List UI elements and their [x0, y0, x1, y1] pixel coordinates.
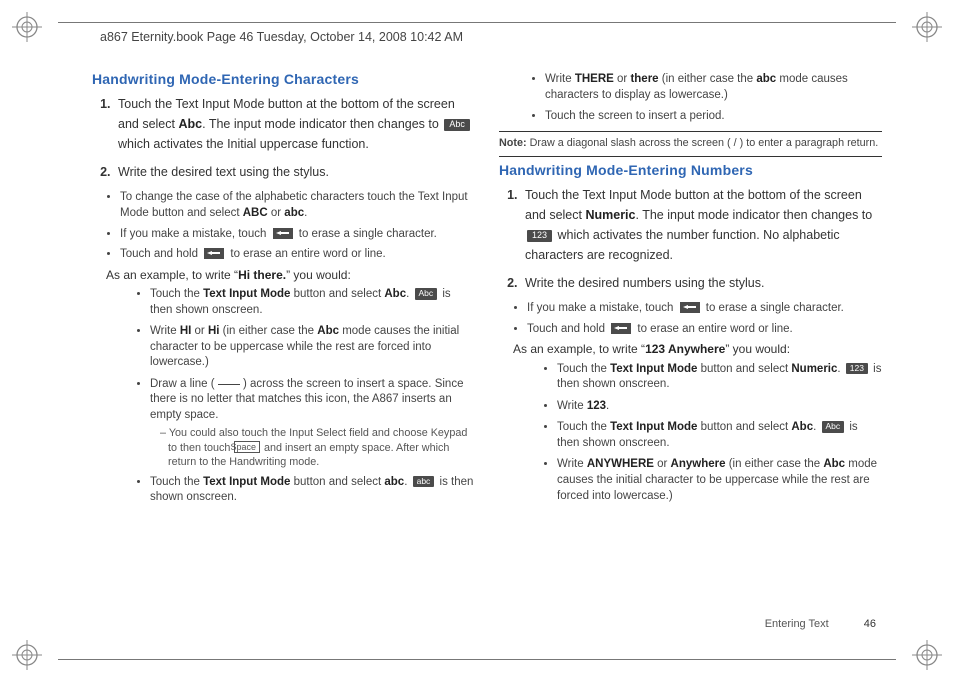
- list-item: Touch the Text Input Mode button and sel…: [557, 362, 882, 393]
- space-key-icon: Space: [234, 441, 260, 454]
- backspace-icon: [204, 248, 224, 259]
- ordered-steps: Touch the Text Input Mode button at the …: [521, 185, 882, 293]
- example-list: Touch the Text Input Mode button and sel…: [150, 287, 475, 505]
- list-item: Touch and hold to erase an entire word o…: [120, 247, 475, 263]
- mode-chip-abc-icon: Abc: [822, 421, 845, 432]
- page-number: 46: [844, 618, 876, 630]
- backspace-icon: [680, 302, 700, 313]
- bullet-list: To change the case of the alphabetic cha…: [120, 190, 475, 262]
- mode-chip-123-icon: 123: [527, 230, 552, 242]
- rule: [499, 131, 882, 132]
- crop-rule: [58, 659, 896, 660]
- section-heading: Handwriting Mode-Entering Characters: [92, 70, 475, 88]
- list-item: Write 123.: [557, 399, 882, 415]
- crop-mark-icon: [912, 12, 942, 42]
- list-item: To change the case of the alphabetic cha…: [120, 190, 475, 221]
- example-intro: As an example, to write “Hi there.” you …: [106, 268, 475, 284]
- running-head: a867 Eternity.book Page 46 Tuesday, Octo…: [100, 30, 463, 44]
- mode-chip-123-icon: 123: [846, 363, 868, 374]
- bullet-list: If you make a mistake, touch to erase a …: [527, 301, 882, 337]
- crop-mark-icon: [912, 640, 942, 670]
- crop-mark-icon: [12, 640, 42, 670]
- section-heading: Handwriting Mode-Entering Numbers: [499, 161, 882, 179]
- page-footer: Entering Text 46: [765, 618, 876, 630]
- list-item: You could also touch the Input Select fi…: [160, 426, 475, 468]
- page-body: Handwriting Mode-Entering Characters Tou…: [92, 70, 882, 634]
- note: Note: Draw a diagonal slash across the s…: [499, 136, 882, 150]
- crop-rule: [58, 22, 896, 23]
- list-item: If you make a mistake, touch to erase a …: [527, 301, 882, 317]
- rule: [499, 156, 882, 157]
- list-item: Write THERE or there (in either case the…: [545, 72, 882, 103]
- backspace-icon: [273, 228, 293, 239]
- example-list-continued: Write THERE or there (in either case the…: [545, 72, 882, 125]
- list-item: Write ANYWHERE or Anywhere (in either ca…: [557, 457, 882, 504]
- list-item: Write HI or Hi (in either case the Abc m…: [150, 324, 475, 371]
- list-item: Touch the Text Input Mode button and sel…: [150, 287, 475, 318]
- step-item: Write the desired numbers using the styl…: [521, 273, 882, 293]
- step-item: Touch the Text Input Mode button at the …: [114, 94, 475, 154]
- sub-list: You could also touch the Input Select fi…: [160, 426, 475, 468]
- list-item: If you make a mistake, touch to erase a …: [120, 227, 475, 243]
- list-item: Touch the Text Input Mode button and sel…: [150, 475, 475, 506]
- left-column: Handwriting Mode-Entering Characters Tou…: [92, 70, 475, 634]
- backspace-icon: [611, 323, 631, 334]
- step-item: Write the desired text using the stylus.: [114, 162, 475, 182]
- list-item: Touch the Text Input Mode button and sel…: [557, 420, 882, 451]
- right-column: Write THERE or there (in either case the…: [499, 70, 882, 634]
- list-item: Draw a line ( ) across the screen to ins…: [150, 377, 475, 469]
- list-item: Touch and hold to erase an entire word o…: [527, 322, 882, 338]
- example-intro: As an example, to write “123 Anywhere” y…: [513, 342, 882, 358]
- section-name: Entering Text: [765, 618, 829, 630]
- line-icon: [218, 384, 240, 385]
- crop-mark-icon: [12, 12, 42, 42]
- mode-chip-abc-icon: Abc: [444, 119, 470, 131]
- ordered-steps: Touch the Text Input Mode button at the …: [114, 94, 475, 182]
- step-item: Touch the Text Input Mode button at the …: [521, 185, 882, 265]
- example-list: Touch the Text Input Mode button and sel…: [557, 362, 882, 504]
- mode-chip-abc-lc-icon: abc: [413, 476, 435, 487]
- mode-chip-abc-icon: Abc: [415, 288, 438, 299]
- list-item: Touch the screen to insert a period.: [545, 109, 882, 125]
